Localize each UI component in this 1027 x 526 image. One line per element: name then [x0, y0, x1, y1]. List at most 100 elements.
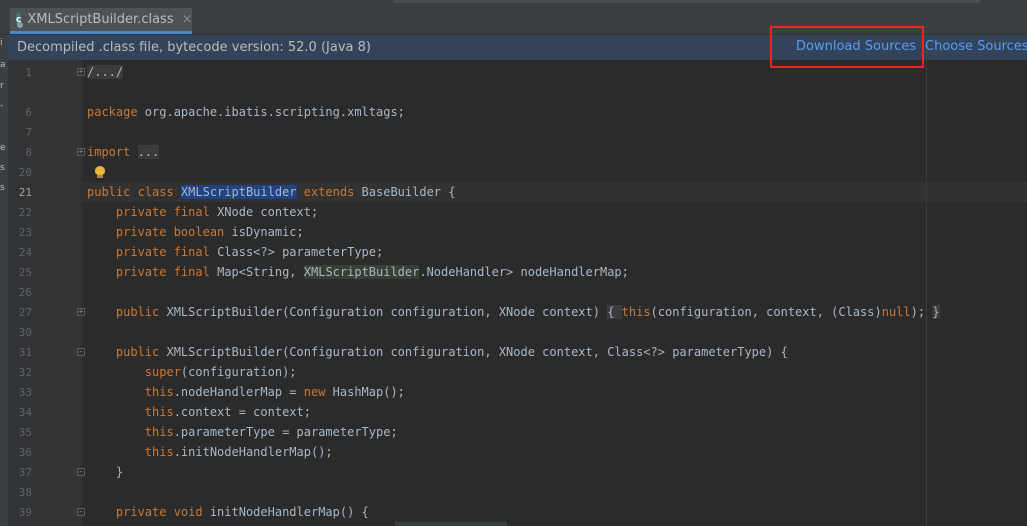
code-text: .NodeHandler> nodeHandlerMap;: [419, 265, 629, 279]
left-strip-char: e: [0, 143, 6, 153]
keyword: private boolean: [115, 225, 232, 239]
line-number: 6: [25, 106, 32, 119]
line-number: 31: [18, 346, 32, 359]
code-line: public class XMLScriptBuilder extends Ba…: [87, 185, 455, 199]
folded-brace[interactable]: }: [932, 305, 940, 319]
fold-toggle-icon[interactable]: -: [77, 508, 85, 516]
code-text: .nodeHandlerMap =: [173, 385, 304, 399]
code-text: XNode context;: [217, 205, 319, 219]
line-number: 36: [18, 446, 32, 459]
folded-region[interactable]: /.../: [87, 65, 124, 79]
line-number: 37: [18, 466, 32, 479]
keyword: private final: [115, 265, 218, 279]
code-line: public XMLScriptBuilder(Configuration co…: [87, 345, 788, 359]
line-number: 22: [18, 206, 32, 219]
keyword: this: [144, 425, 174, 439]
keyword: extends: [296, 185, 362, 199]
code-text: Class<?> parameterType;: [217, 245, 384, 259]
choose-sources-link[interactable]: Choose Sources...: [925, 39, 1027, 54]
code-line: private boolean isDynamic;: [87, 225, 304, 239]
code-text: .initNodeHandlerMap();: [173, 445, 333, 459]
code-line: private final Class<?> parameterType;: [87, 245, 383, 259]
fold-toggle-icon[interactable]: -: [77, 348, 85, 356]
code-line: this.parameterType = parameterType;: [87, 425, 398, 439]
code-text: XMLScriptBuilder(Configuration configura…: [166, 305, 608, 319]
keyword: this: [144, 405, 174, 419]
code-text: XMLScriptBuilder(Configuration configura…: [166, 345, 788, 359]
right-margin-guide: [926, 60, 927, 526]
left-strip-char: r: [0, 81, 4, 91]
code-text: (configuration, context, (Class): [650, 305, 882, 319]
code-line: }: [87, 465, 123, 479]
annotation-highlight-box: [770, 26, 924, 68]
line-number-current: 21: [18, 186, 32, 199]
line-number: 24: [18, 246, 32, 259]
usage-highlight-partial: [395, 522, 507, 526]
code-line: private final Map<String, XMLScriptBuild…: [87, 265, 629, 279]
keyword: import: [87, 145, 131, 159]
code-line: /.../: [87, 65, 124, 79]
keyword: public: [115, 305, 167, 319]
code-text: HashMap();: [332, 385, 405, 399]
line-number: 35: [18, 426, 32, 439]
fold-toggle-icon[interactable]: +: [77, 68, 85, 76]
top-toolbar-strip: [0, 0, 1027, 8]
line-number: 34: [18, 406, 32, 419]
code-text: );: [910, 305, 933, 319]
line-number: 26: [18, 286, 32, 299]
folded-brace[interactable]: {: [607, 305, 622, 319]
code-line: import ...: [87, 145, 160, 159]
code-text: .parameterType = parameterType;: [173, 425, 398, 439]
line-number: 8: [25, 146, 32, 159]
keyword: null: [881, 305, 911, 319]
code-text: }: [115, 465, 124, 479]
code-text: .context = context;: [173, 405, 311, 419]
tab-xmlscriptbuilder-class[interactable]: c XMLScriptBuilder.class ×: [10, 8, 193, 34]
keyword: super: [144, 365, 181, 379]
toolbar-separator: [394, 0, 980, 3]
code-line: package org.apache.ibatis.scripting.xmlt…: [87, 105, 405, 119]
code-line: this.initNodeHandlerMap();: [87, 445, 333, 459]
code-text: initNodeHandlerMap() {: [209, 505, 369, 519]
close-icon[interactable]: ×: [182, 12, 193, 27]
keyword: package: [87, 105, 138, 119]
left-tool-strip: i a r - e s s: [0, 35, 8, 526]
keyword: private final: [115, 205, 218, 219]
line-number: 33: [18, 386, 32, 399]
left-strip-char: s: [0, 183, 5, 193]
folded-region[interactable]: ...: [137, 145, 160, 159]
code-line: public XMLScriptBuilder(Configuration co…: [87, 305, 940, 319]
code-line: private final XNode context;: [87, 205, 318, 219]
fold-toggle-icon[interactable]: -: [77, 468, 85, 476]
keyword: new: [303, 385, 333, 399]
line-number: 7: [25, 126, 32, 139]
lightbulb-icon[interactable]: [95, 166, 105, 178]
keyword: public: [115, 345, 167, 359]
code-text: (configuration);: [180, 365, 297, 379]
code-text: Map<String,: [217, 265, 304, 279]
code-line: super(configuration);: [87, 365, 297, 379]
code-line: this.nodeHandlerMap = new HashMap();: [87, 385, 405, 399]
code-line: private void initNodeHandlerMap() {: [87, 505, 369, 519]
line-number: 30: [18, 326, 32, 339]
line-number: 25: [18, 266, 32, 279]
keyword: this: [144, 445, 174, 459]
line-number: 39: [18, 506, 32, 519]
fold-toggle-icon[interactable]: +: [77, 148, 85, 156]
code-text: BaseBuilder {: [361, 185, 456, 199]
selected-class-name[interactable]: XMLScriptBuilder: [180, 185, 297, 199]
keyword: public class: [87, 185, 181, 199]
fold-toggle-icon[interactable]: +: [77, 308, 85, 316]
keyword: this: [144, 385, 174, 399]
left-strip-char: a: [0, 60, 6, 70]
line-number: 38: [18, 486, 32, 499]
code-line: this.context = context;: [87, 405, 311, 419]
class-file-icon: c: [16, 13, 24, 28]
line-number: 20: [18, 166, 32, 179]
banner-message: Decompiled .class file, bytecode version…: [17, 40, 371, 55]
keyword: private void: [115, 505, 210, 519]
line-number: 23: [18, 226, 32, 239]
left-strip-char: s: [0, 163, 5, 173]
code-text: isDynamic;: [231, 225, 304, 239]
tab-title: XMLScriptBuilder.class: [27, 12, 174, 27]
